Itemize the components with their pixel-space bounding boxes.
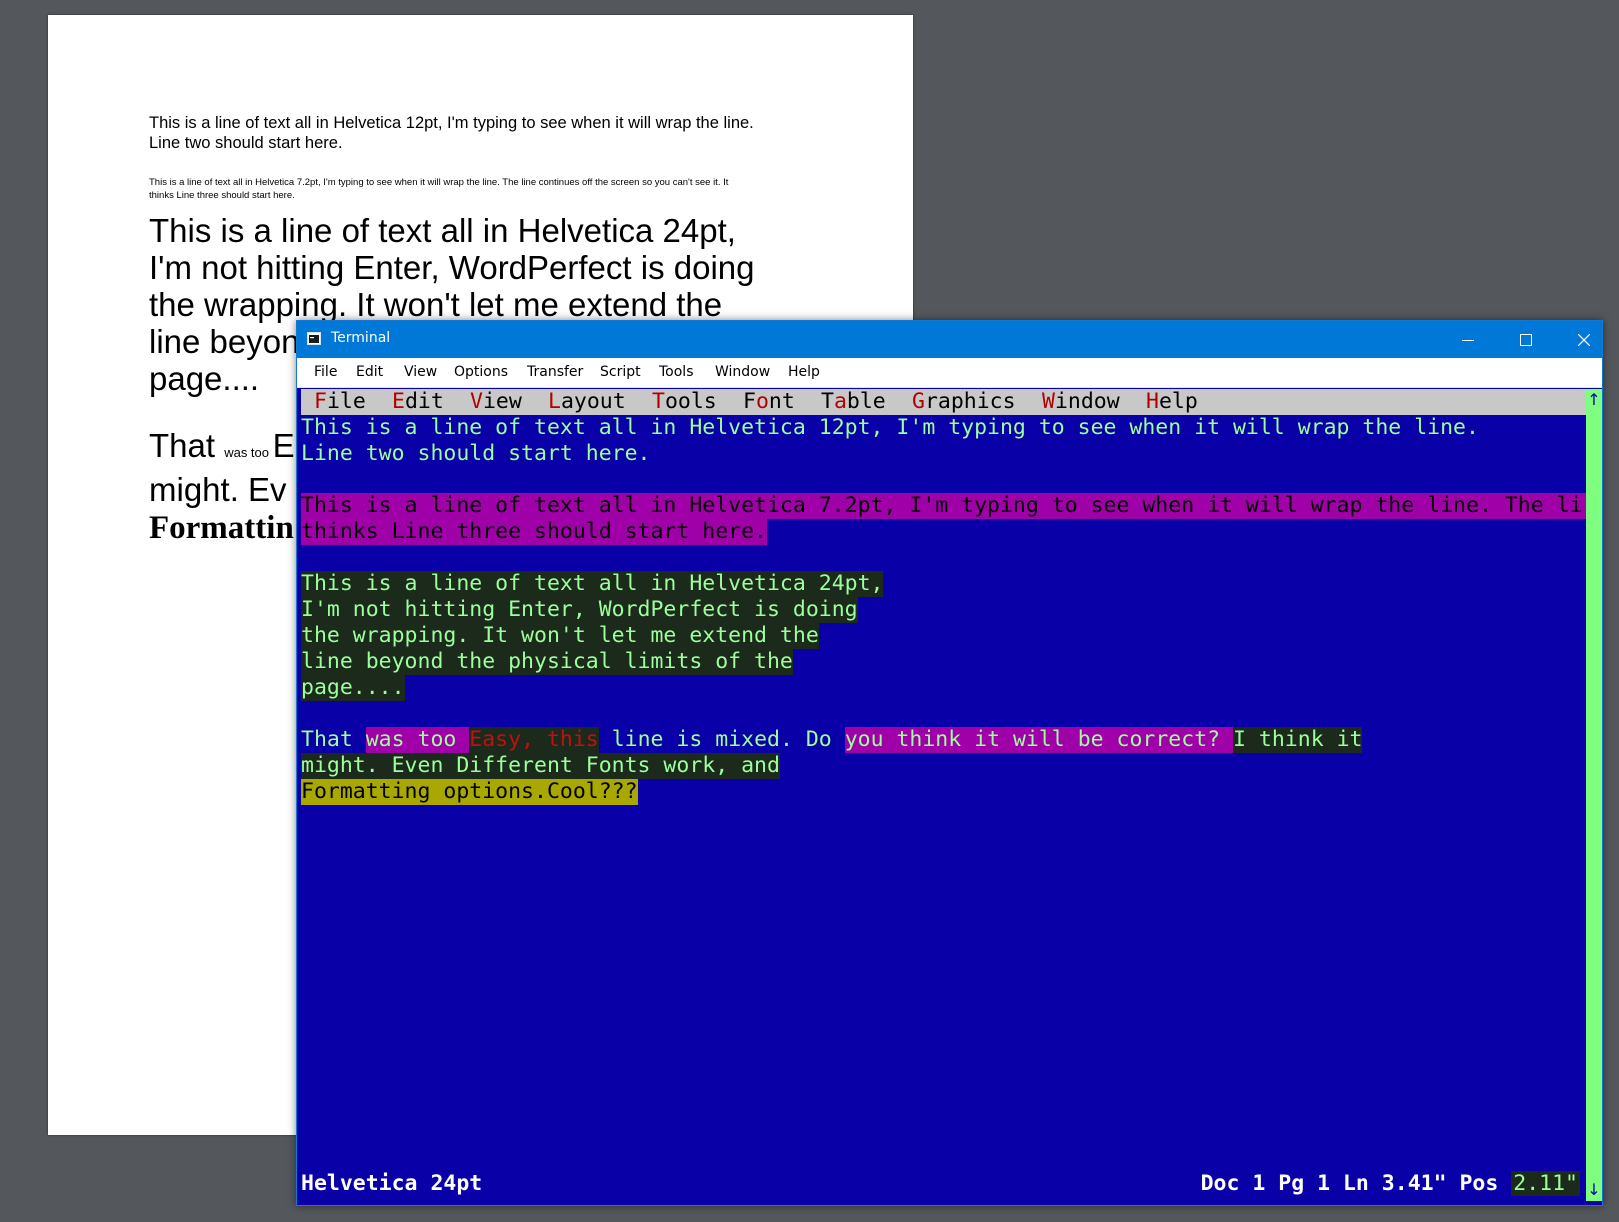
para-7pt-line2: thinks Line three should start here. (149, 189, 295, 201)
wp-text-12pt-1: This is a line of text all in Helvetica … (301, 415, 1479, 440)
wp-text-mixed-3: Formatting options.Cool??? (301, 779, 638, 805)
wp-text-24pt-2: I'm not hitting Enter, WordPerfect is do… (301, 597, 858, 623)
wp-line-24pt-4: line beyond the physical limits of the (301, 649, 793, 675)
wp-text-was-too: was too (365, 727, 470, 753)
wp-line-mixed-2: might. Even Different Fonts work, and (301, 753, 780, 779)
status-position: Doc 1 Pg 1 Ln 3.41" Pos 2.11" (1201, 1170, 1580, 1198)
wp-menu-tools[interactable]: Tools (652, 389, 717, 415)
wp-menu-window[interactable]: Window (1042, 389, 1120, 415)
wp-status-bar: Helvetica 24pt Doc 1 Pg 1 Ln 3.41" Pos 2… (301, 1170, 1586, 1198)
wp-menu-font[interactable]: Font (743, 389, 795, 415)
terminal-window[interactable]: Terminal File Edit View Options Transfer… (296, 320, 1603, 1206)
status-font: Helvetica 24pt (301, 1171, 483, 1196)
wp-text-7pt-2: thinks Line three should start here. (301, 519, 767, 545)
para-12pt: This is a line of text all in Helvetica … (149, 113, 809, 153)
menu-tools[interactable]: Tools (659, 364, 694, 380)
wp-text-you-think: you think it will be correct? (844, 727, 1234, 753)
wp-menubar: File Edit View Layout Tools Font Table G… (301, 389, 1586, 415)
wp-text-24pt-3: the wrapping. It won't let me extend the (301, 623, 819, 649)
menu-options[interactable]: Options (454, 364, 508, 380)
para-7pt-line1: This is a line of text all in Helvetica … (149, 177, 729, 188)
wp-menu-edit[interactable]: Edit (392, 389, 444, 415)
terminal-app-icon[interactable] (307, 332, 321, 345)
terminal-menubar: File Edit View Options Transfer Script T… (297, 358, 1602, 388)
scroll-up-icon[interactable]: ↑ (1586, 391, 1602, 409)
menu-view[interactable]: View (404, 364, 437, 380)
para-24pt-line3: the wrapping. It won't let me extend the (149, 286, 723, 323)
wp-menu-help[interactable]: Help (1146, 389, 1198, 415)
wp-menu-layout[interactable]: Layout (548, 389, 626, 415)
para-7pt: This is a line of text all in Helvetica … (149, 177, 809, 202)
mixed-text-that: That (149, 427, 225, 464)
wp-line-24pt-1: This is a line of text all in Helvetica … (301, 571, 884, 597)
mixed-text-small: was too (224, 445, 273, 460)
menu-transfer[interactable]: Transfer (527, 364, 583, 380)
maximize-icon (1520, 333, 1532, 346)
menu-help[interactable]: Help (788, 364, 820, 380)
wp-text-mixed-2: might. Even Different Fonts work, and (301, 753, 780, 779)
menu-file[interactable]: File (314, 364, 337, 380)
wp-line-12pt-1: This is a line of text all in Helvetica … (301, 415, 1479, 441)
wp-text-easy-this: Easy, this (469, 727, 599, 753)
status-pos-value: 2.11" (1511, 1171, 1580, 1196)
wp-line-12pt-2: Line two should start here. (301, 441, 651, 467)
wp-text-7pt-1: This is a line of text all in Helvetica … (301, 493, 1586, 519)
minimize-button[interactable] (1439, 321, 1497, 358)
scroll-down-icon[interactable]: ↓ (1586, 1181, 1602, 1199)
wp-text-line-is-mixed: line is mixed. Do (598, 727, 845, 752)
menu-edit[interactable]: Edit (356, 364, 383, 380)
para-12pt-line2: Line two should start here. (149, 134, 343, 152)
wp-line-mixed-3: Formatting options.Cool??? (301, 779, 638, 805)
wp-menu-file[interactable]: File (314, 389, 366, 415)
mixed-text-line2: might. Ev (149, 471, 287, 508)
wp-menu-view[interactable]: View (470, 389, 522, 415)
wp-text-24pt-5: page.... (301, 675, 405, 701)
maximize-button[interactable] (1497, 321, 1555, 358)
para-24pt-line5: page.... (149, 360, 260, 397)
para-24pt-line1: This is a line of text all in Helvetica … (149, 212, 736, 249)
wp-line-24pt-5: page.... (301, 675, 405, 701)
window-title: Terminal (331, 330, 391, 346)
wp-text-that: That (301, 727, 366, 752)
close-icon (1578, 333, 1590, 346)
wp-line-mixed-1: That was too Easy, this line is mixed. D… (301, 727, 1363, 753)
wp-line-24pt-2: I'm not hitting Enter, WordPerfect is do… (301, 597, 858, 623)
mixed-text-line3: Formattin (149, 510, 294, 546)
title-bar[interactable]: Terminal (297, 321, 1602, 358)
status-doc-page-line: Doc 1 Pg 1 Ln 3.41" Pos (1200, 1171, 1512, 1196)
wp-text-24pt-4: line beyond the physical limits of the (301, 649, 793, 675)
wp-line-7pt-1: This is a line of text all in Helvetica … (301, 493, 1586, 519)
terminal-screen[interactable]: File Edit View Layout Tools Font Table G… (301, 389, 1586, 1201)
wp-text-i-think-it: I think it (1233, 727, 1363, 753)
wp-text-24pt-1: This is a line of text all in Helvetica … (301, 571, 884, 597)
wp-text-12pt-2: Line two should start here. (301, 441, 651, 466)
mixed-text-easy: E (272, 427, 295, 464)
vertical-scrollbar[interactable]: ↑ ↓ (1586, 389, 1602, 1201)
menu-script[interactable]: Script (600, 364, 641, 380)
wp-menu-table[interactable]: Table (821, 389, 886, 415)
wp-line-24pt-3: the wrapping. It won't let me extend the (301, 623, 819, 649)
minimize-icon (1462, 339, 1474, 341)
menu-window[interactable]: Window (715, 364, 770, 380)
close-button[interactable] (1555, 321, 1613, 358)
para-12pt-line1: This is a line of text all in Helvetica … (149, 114, 754, 132)
para-24pt-line2: I'm not hitting Enter, WordPerfect is do… (149, 249, 755, 286)
wp-line-7pt-2: thinks Line three should start here. (301, 519, 767, 545)
wp-menu-graphics[interactable]: Graphics (912, 389, 1016, 415)
